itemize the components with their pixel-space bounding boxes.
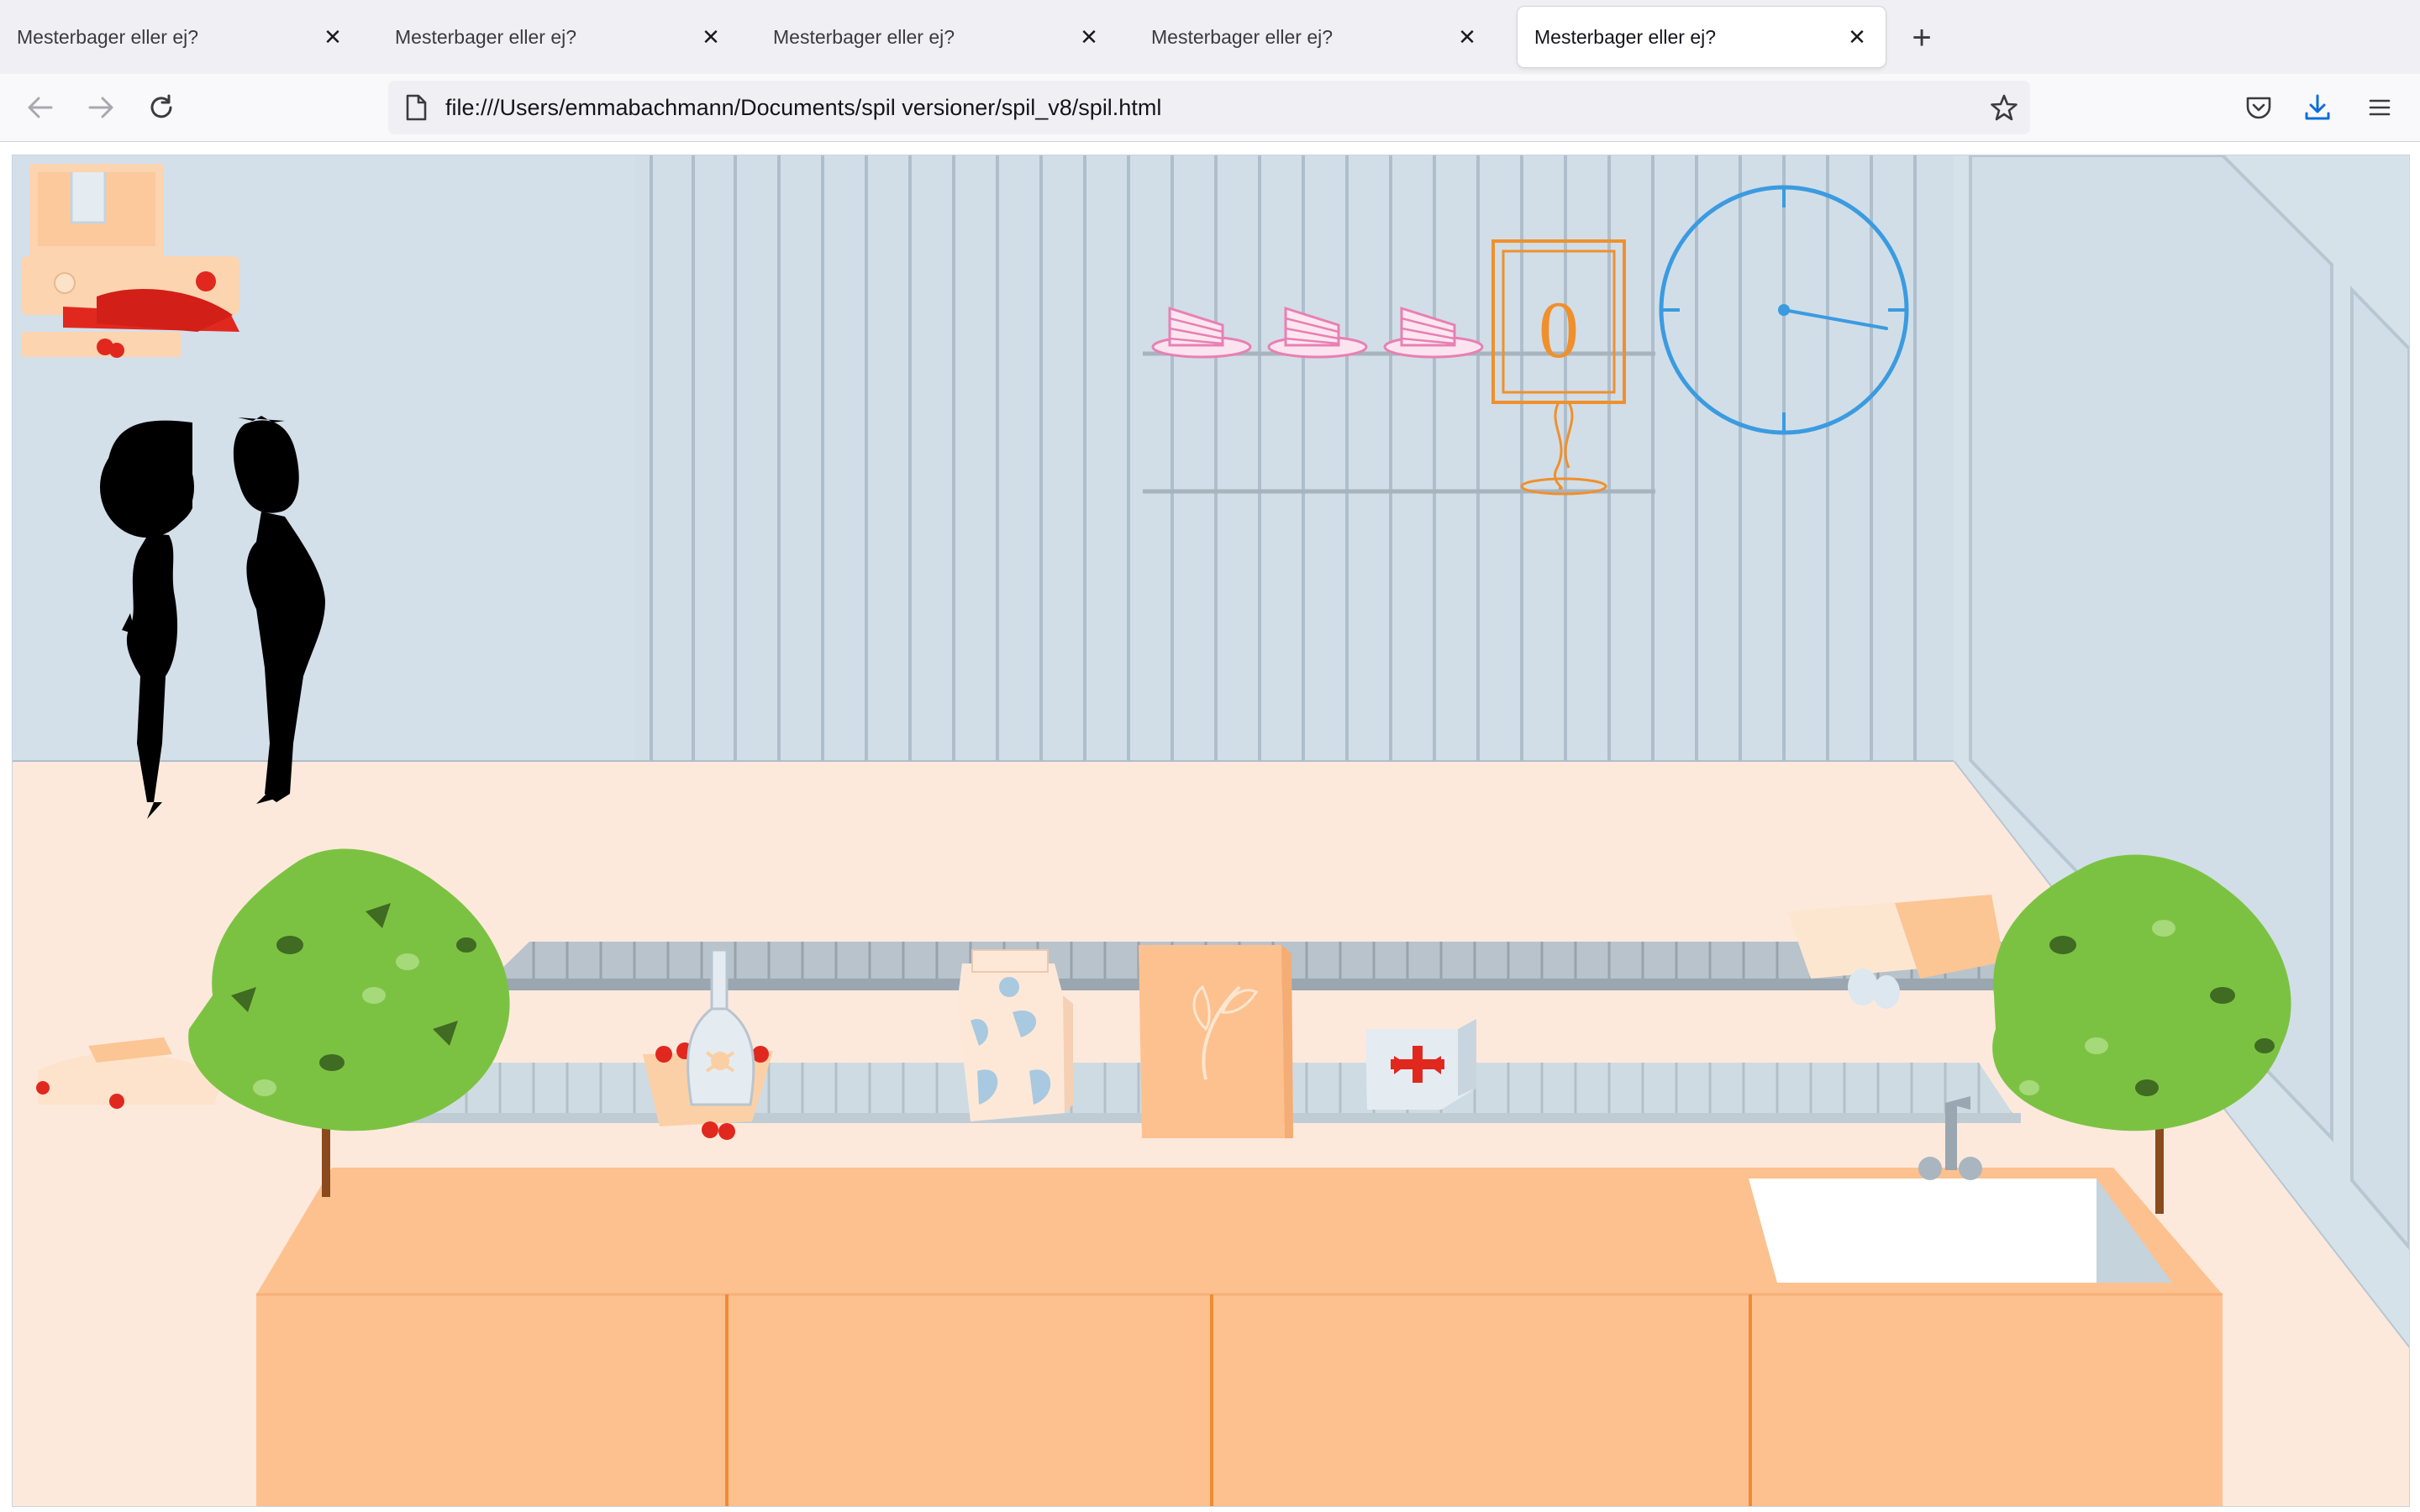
close-icon[interactable]: ✕	[1072, 20, 1106, 54]
tab-title: Mesterbager eller ej?	[1151, 25, 1334, 48]
pocket-button[interactable]	[2237, 86, 2281, 129]
menu-icon	[2369, 99, 2391, 116]
download-icon	[2305, 94, 2330, 120]
flour-bag	[1139, 945, 1293, 1138]
tab-strip: Mesterbager eller ej? ✕ Mesterbager elle…	[0, 0, 2420, 74]
tab-2[interactable]: Mesterbager eller ej? ✕	[378, 7, 739, 67]
tab-5-active[interactable]: Mesterbager eller ej? ✕	[1518, 7, 1886, 67]
back-arrow-icon	[28, 97, 53, 118]
page-icon	[406, 94, 427, 121]
close-icon[interactable]: ✕	[1840, 20, 1874, 54]
tab-title: Mesterbager eller ej?	[1534, 25, 1717, 48]
milk-carton	[957, 949, 1073, 1121]
close-icon[interactable]: ✕	[1450, 20, 1484, 54]
url-text[interactable]: file:///Users/emmabachmann/Documents/spi…	[445, 81, 1161, 134]
reload-button[interactable]	[139, 86, 183, 129]
address-bar[interactable]: file:///Users/emmabachmann/Documents/spi…	[388, 81, 2030, 134]
downloads-button[interactable]	[2296, 86, 2339, 129]
forward-arrow-icon	[88, 97, 113, 118]
back-button[interactable]	[18, 86, 62, 129]
reload-icon	[150, 94, 172, 118]
tab-title: Mesterbager eller ej?	[17, 25, 199, 48]
tab-3[interactable]: Mesterbager eller ej? ✕	[756, 7, 1118, 67]
tab-title: Mesterbager eller ej?	[395, 25, 577, 48]
game-stage[interactable]: 0	[12, 155, 2410, 1507]
close-icon[interactable]: ✕	[694, 20, 728, 54]
new-tab-button[interactable]: +	[1901, 17, 1943, 59]
first-aid-box	[1365, 1019, 1476, 1110]
kitchen-scene[interactable]: 0	[13, 155, 2409, 1506]
score-value: 0	[1539, 285, 1579, 375]
close-icon[interactable]: ✕	[316, 20, 350, 54]
app-menu-button[interactable]	[2358, 86, 2402, 129]
tab-title: Mesterbager eller ej?	[773, 25, 955, 48]
bookmark-star-icon[interactable]	[1990, 93, 2018, 122]
tab-4[interactable]: Mesterbager eller ej? ✕	[1134, 7, 1496, 67]
tab-1[interactable]: Mesterbager eller ej? ✕	[0, 7, 361, 67]
forward-button[interactable]	[79, 86, 123, 129]
pocket-icon	[2246, 97, 2271, 119]
navigation-toolbar: file:///Users/emmabachmann/Documents/spi…	[0, 74, 2420, 142]
